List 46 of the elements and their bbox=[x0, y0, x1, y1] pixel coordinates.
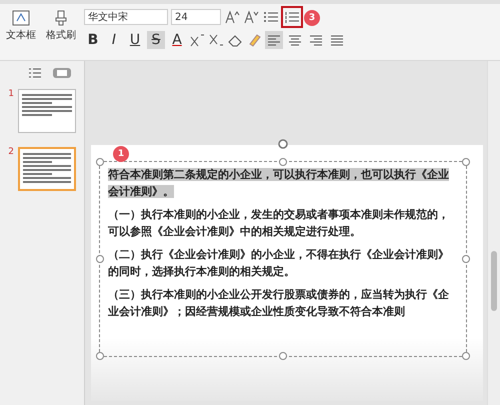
shrink-font-icon[interactable] bbox=[243, 10, 259, 24]
text-box[interactable]: 符合本准则第二条规定的小企业，可以执行本准则，也可以执行《企业会计准则》。 （一）执行本准则的小企业，发生的交易或者事项本准则未作规范的，可以参照《企业会计准则》中的相关规定进行处理。 （二）执行《企业会计准则》的小企业，不得在执行《企业会计准则》的同时，选择执行本准则的相关规定。 （三）执行本准则的小企业公开发行股票或债券的，应当转为执行《企业会计准则》；因经营规模或企业性质变化导致不符合本准则 bbox=[99, 161, 467, 357]
resize-handle[interactable] bbox=[279, 352, 287, 360]
subscript-icon[interactable] bbox=[208, 33, 224, 47]
font-size-dropdown[interactable]: 24 bbox=[171, 9, 221, 25]
slides-view-icon[interactable] bbox=[52, 67, 72, 79]
text-box-button[interactable]: 文本框 bbox=[4, 8, 38, 44]
outline-icon[interactable] bbox=[28, 67, 42, 79]
color-button[interactable]: A bbox=[168, 31, 186, 49]
resize-handle[interactable] bbox=[96, 352, 104, 360]
text-box-icon bbox=[12, 10, 30, 26]
align-center-icon bbox=[287, 32, 303, 48]
underline-button[interactable]: U bbox=[126, 31, 144, 49]
resize-handle[interactable] bbox=[462, 352, 470, 360]
bullet-list-icon bbox=[263, 10, 279, 24]
slide-thumbnail[interactable] bbox=[18, 147, 76, 191]
step-badge: 3 bbox=[304, 10, 320, 26]
italic-button[interactable]: I bbox=[105, 31, 123, 49]
format-painter-button[interactable]: 格式刷 bbox=[44, 8, 78, 44]
resize-handle[interactable] bbox=[96, 255, 104, 263]
slide-number: 2 bbox=[7, 147, 14, 157]
resize-handle[interactable] bbox=[462, 255, 470, 263]
align-right-icon bbox=[308, 32, 324, 48]
rotate-handle-icon[interactable] bbox=[278, 139, 288, 149]
resize-handle[interactable] bbox=[279, 158, 287, 166]
resize-handle[interactable] bbox=[462, 158, 470, 166]
paragraph: （一）执行本准则的小企业，发生的交易或者事项本准则未作规范的，可以参照《企业会计准则》中的相关规定进行处理。 bbox=[108, 207, 450, 240]
superscript-icon[interactable] bbox=[189, 33, 205, 47]
bold-button[interactable]: B bbox=[84, 31, 102, 49]
align-left-icon bbox=[266, 32, 282, 48]
step-badge: 1 bbox=[113, 146, 129, 162]
paragraph: （二）执行《企业会计准则》的小企业，不得在执行《企业会计准则》的同时，选择执行本准则的相关规定。 bbox=[108, 247, 450, 280]
scrollbar[interactable] bbox=[487, 61, 500, 405]
grow-font-icon[interactable] bbox=[224, 10, 240, 24]
font-dropdown[interactable]: 华文中宋 bbox=[84, 9, 168, 25]
numbered-list-button[interactable] bbox=[283, 8, 301, 26]
paragraph: （三）执行本准则的小企业公开发行股票或债券的，应当转为执行《企业会计准则》；因经营规模或企业性质变化导致不符合本准则 bbox=[108, 287, 450, 320]
resize-handle[interactable] bbox=[96, 158, 104, 166]
eraser-icon[interactable] bbox=[227, 33, 243, 47]
slide-number: 1 bbox=[7, 89, 14, 99]
align-justify-icon bbox=[329, 32, 345, 48]
numbered-list-icon bbox=[284, 10, 300, 24]
paragraph: 符合本准则第二条规定的小企业，可以执行本准则，也可以执行《企业会计准则》。 bbox=[108, 167, 450, 200]
strike-button[interactable]: S bbox=[147, 31, 165, 49]
align-left-button[interactable] bbox=[265, 31, 283, 49]
slide-thumbnail[interactable] bbox=[18, 89, 76, 133]
